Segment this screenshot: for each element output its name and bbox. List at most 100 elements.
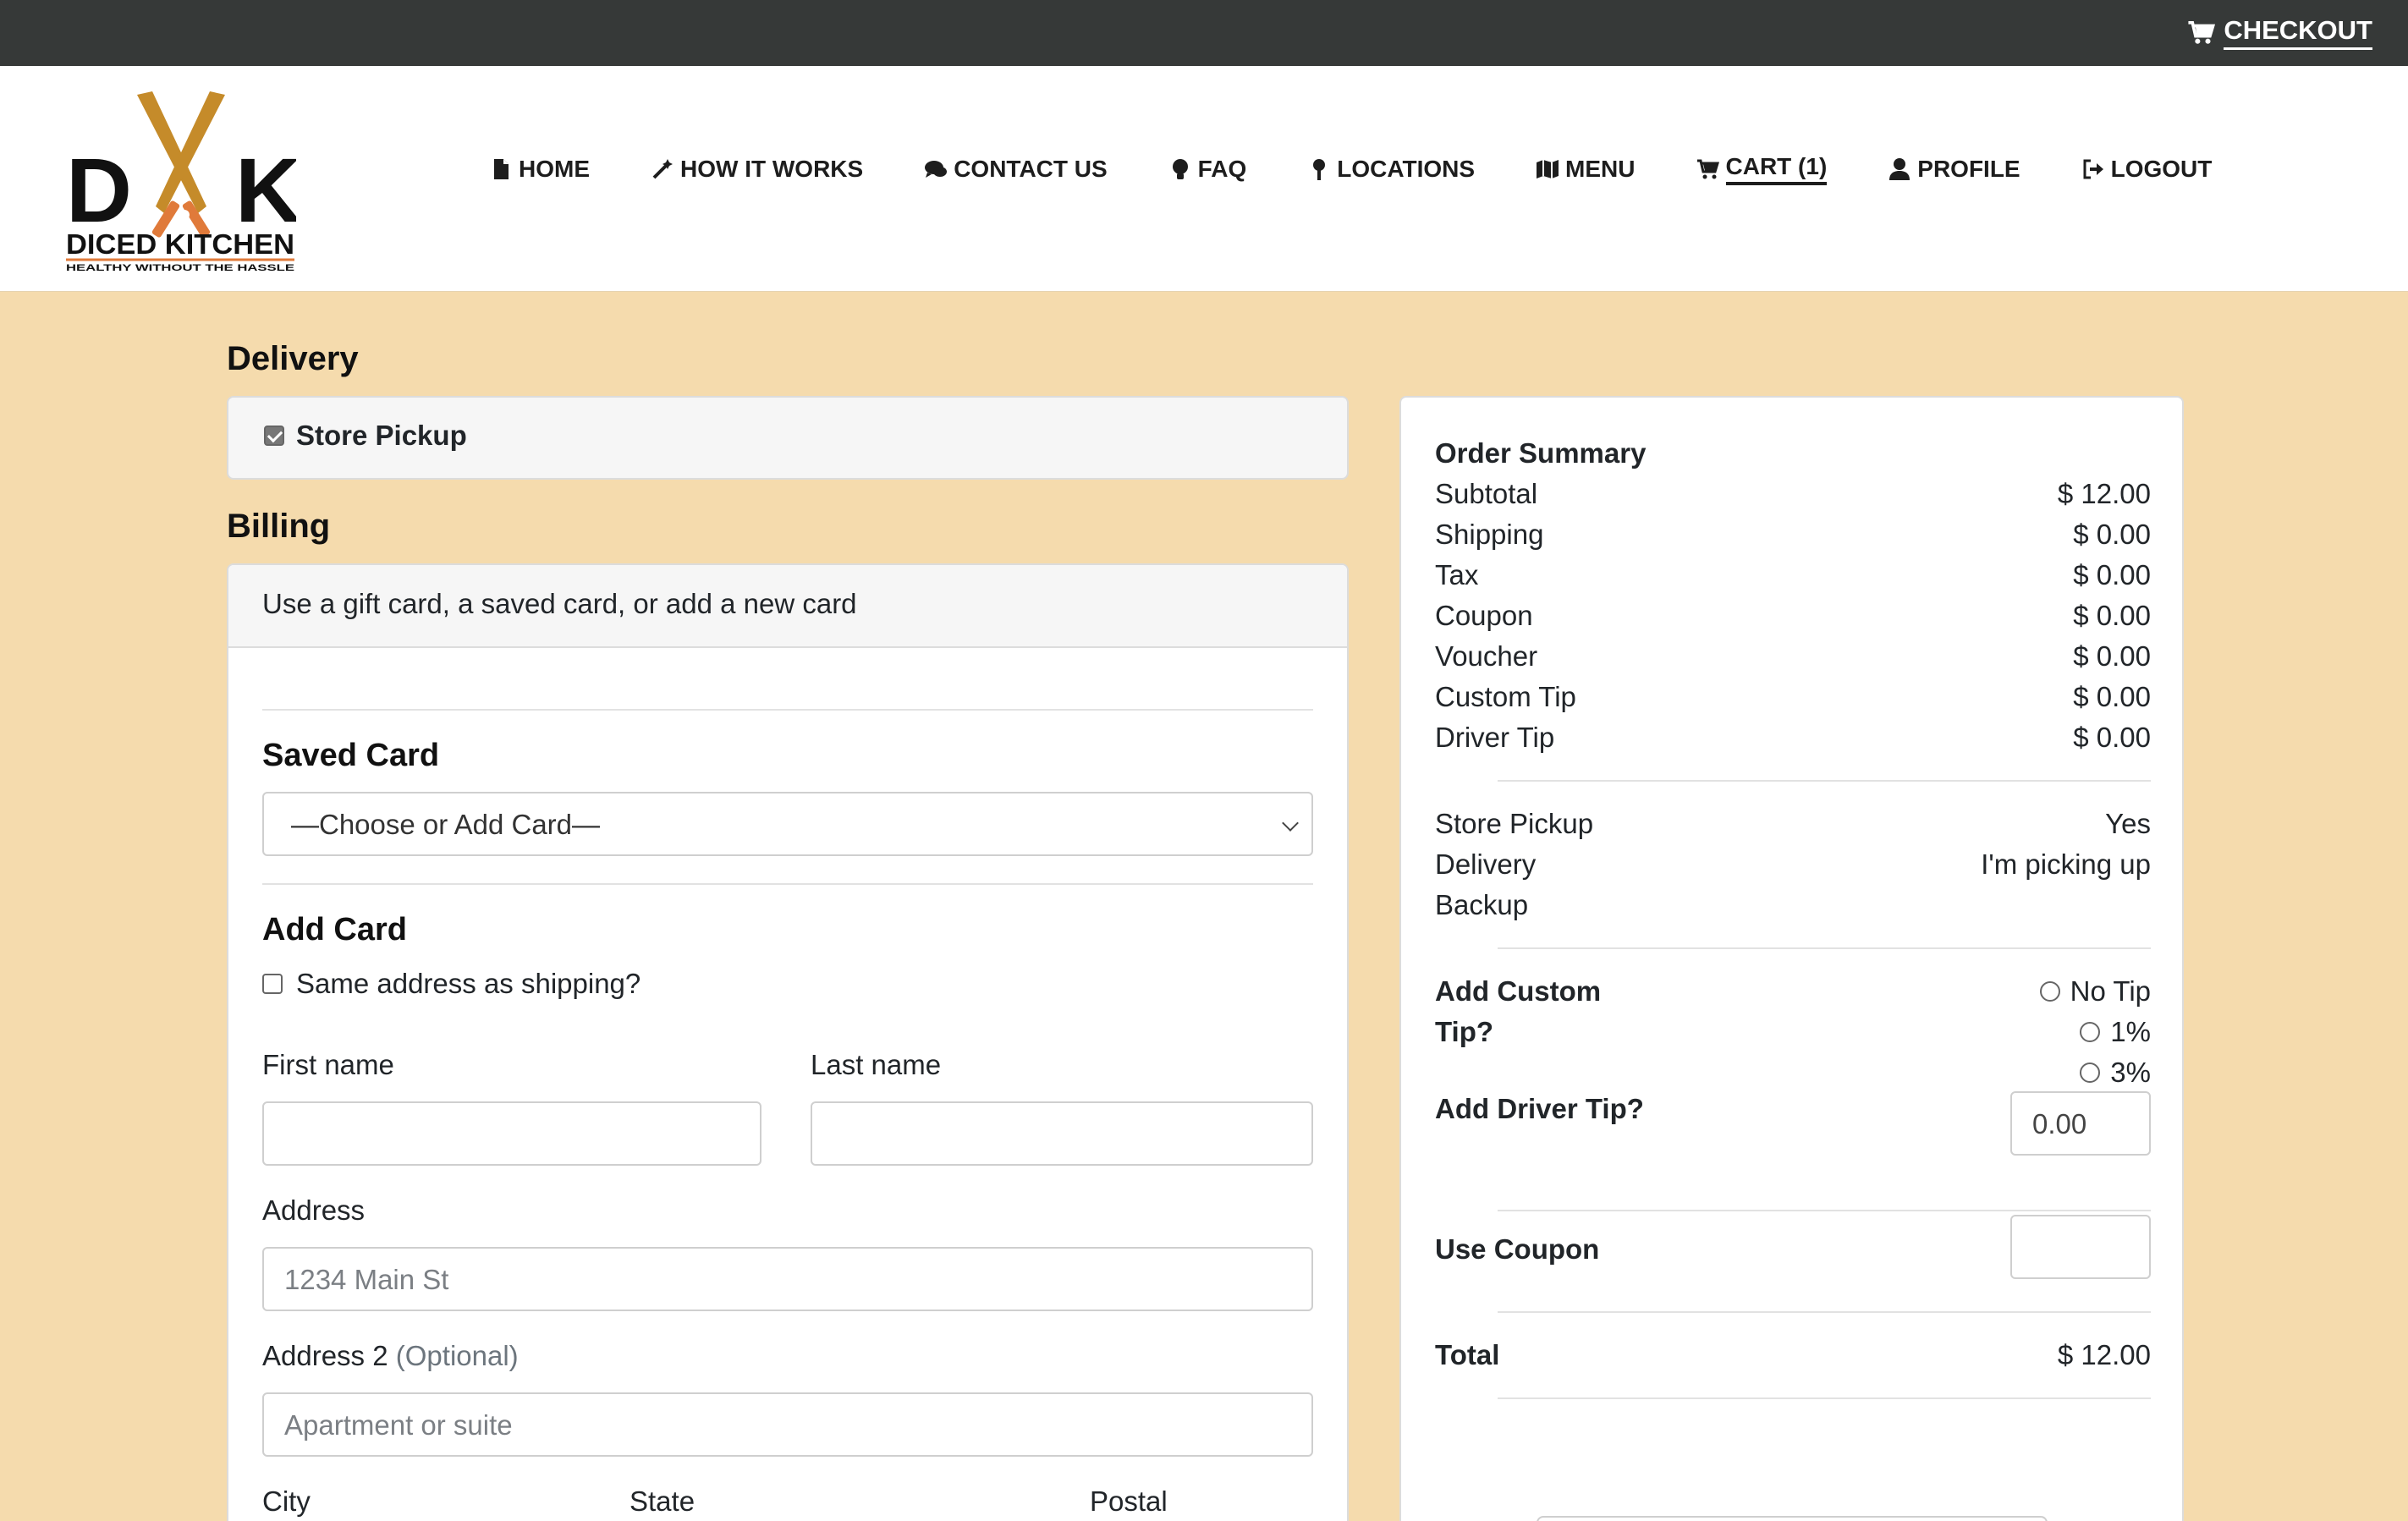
driver-tip-value: 0.00 — [2032, 1108, 2087, 1139]
cart-icon — [1696, 159, 1719, 179]
address-input[interactable]: 1234 Main St — [262, 1247, 1313, 1311]
nav-contact-us[interactable]: CONTACT US — [924, 156, 1108, 183]
store-pickup-checkbox[interactable] — [264, 426, 284, 446]
saved-card-title: Saved Card — [262, 738, 440, 773]
saved-card-select[interactable]: —Choose or Add Card— — [262, 792, 1313, 856]
tip-option-3[interactable]: 3% — [2040, 1052, 2151, 1093]
same-address-checkbox[interactable] — [262, 974, 283, 994]
nav-faq[interactable]: FAQ — [1168, 156, 1247, 183]
summary-row-custom-tip: Custom Tip $ 0.00 — [1435, 677, 2151, 717]
first-name-label: First name — [262, 1049, 394, 1080]
custom-tip-label: Add Custom Tip? — [1435, 975, 1602, 1047]
divider — [262, 883, 1313, 885]
info-value: I'm picking up — [1981, 848, 2151, 880]
radio-button[interactable] — [2080, 1022, 2101, 1042]
info-label: Delivery — [1435, 848, 1537, 880]
info-row-delivery: Delivery I'm picking up — [1435, 844, 2151, 885]
total-label: Total — [1435, 1339, 1500, 1370]
main-nav: HOME HOW IT WORKS CONTACT US FAQ LOCATIO… — [489, 153, 2212, 185]
file-icon — [494, 159, 509, 179]
driver-tip-input[interactable]: 0.00 — [2010, 1091, 2151, 1156]
summary-row-subtotal: Subtotal $ 12.00 — [1435, 474, 2151, 514]
checkout-link[interactable]: CHECKOUT — [2186, 15, 2372, 50]
address2-optional-hint: (Optional) — [395, 1340, 519, 1371]
store-pickup-option[interactable]: Store Pickup — [264, 420, 467, 452]
summary-row-driver-tip: Driver Tip $ 0.00 — [1435, 717, 2151, 758]
radio-button[interactable] — [2080, 1063, 2101, 1083]
order-summary: Order Summary Subtotal $ 12.00 Shipping $ … — [1435, 433, 2151, 1421]
nav-profile[interactable]: PROFILE — [1888, 156, 2020, 183]
summary-value: $ 0.00 — [2073, 681, 2151, 712]
coupon-input[interactable] — [2010, 1215, 2151, 1279]
summary-row-coupon: Coupon $ 0.00 — [1435, 596, 2151, 636]
postal-label: Postal — [1090, 1485, 1168, 1517]
nav-locations[interactable]: LOCATIONS — [1307, 156, 1475, 183]
top-bar: CHECKOUT — [0, 0, 2408, 66]
summary-value: $ 0.00 — [2073, 519, 2151, 550]
summary-value: $ 0.00 — [2073, 600, 2151, 631]
store-pickup-label: Store Pickup — [296, 420, 467, 451]
sign-out-icon — [2083, 159, 2103, 179]
place-order-button[interactable] — [1537, 1516, 2048, 1521]
info-label: Backup — [1435, 889, 1529, 920]
nav-locations-label: LOCATIONS — [1337, 156, 1476, 182]
map-icon — [1537, 160, 1559, 178]
summary-label: Subtotal — [1435, 478, 1538, 509]
diced-kitchen-logo[interactable]: D K DICED KITCHEN HEALTHY WITHOUT THE HA… — [66, 88, 296, 276]
summary-label: Custom Tip — [1435, 681, 1576, 712]
order-summary-title: Order Summary — [1435, 437, 1647, 469]
lightbulb-icon — [1172, 159, 1188, 179]
radio-button[interactable] — [2039, 981, 2060, 1002]
summary-value: $ 0.00 — [2073, 559, 2151, 590]
divider — [1498, 1311, 2151, 1313]
nav-menu[interactable]: MENU — [1536, 156, 1636, 183]
site-header: D K DICED KITCHEN HEALTHY WITHOUT THE HA… — [0, 66, 2408, 292]
logo-tagline: HEALTHY WITHOUT THE HASSLE — [66, 263, 294, 273]
last-name-input[interactable] — [811, 1101, 1313, 1166]
map-pin-icon — [1313, 159, 1326, 180]
info-row-store-pickup: Store Pickup Yes — [1435, 804, 2151, 844]
nav-logout[interactable]: LOGOUT — [2081, 156, 2212, 183]
user-icon — [1889, 158, 1910, 180]
nav-cart[interactable]: CART (1) — [1696, 153, 1828, 185]
divider — [262, 709, 1313, 711]
address2-label-text: Address 2 — [262, 1340, 388, 1371]
address-label: Address — [262, 1194, 366, 1226]
divider — [1498, 947, 2151, 949]
coupon-label: Use Coupon — [1435, 1233, 1600, 1265]
divider — [1498, 1397, 2151, 1399]
checkout-label: CHECKOUT — [2224, 15, 2372, 50]
tip-option-no-tip[interactable]: No Tip — [2039, 971, 2151, 1012]
address2-input[interactable]: Apartment or suite — [262, 1392, 1313, 1457]
tip-option-label: 3% — [2110, 1057, 2151, 1088]
summary-label: Coupon — [1435, 600, 1533, 631]
billing-card-header: Use a gift card, a saved card, or add a … — [228, 565, 1347, 648]
nav-menu-label: MENU — [1565, 156, 1636, 182]
logo-name: DICED KITCHEN — [66, 228, 294, 260]
summary-value: $ 12.00 — [2057, 478, 2151, 509]
summary-label: Shipping — [1435, 519, 1544, 550]
tip-option-1[interactable]: 1% — [2040, 1012, 2151, 1052]
saved-card-select-value: —Choose or Add Card— — [291, 809, 601, 840]
tip-option-label: 1% — [2110, 1016, 2151, 1047]
chevron-down-icon — [1282, 815, 1299, 832]
driver-tip-label: Add Driver Tip? — [1435, 1093, 1644, 1124]
divider — [1498, 1210, 2151, 1211]
info-row-backup: Backup — [1435, 885, 2151, 925]
summary-row-tax: Tax $ 0.00 — [1435, 555, 2151, 596]
nav-faq-label: FAQ — [1197, 156, 1247, 182]
first-name-input[interactable] — [262, 1101, 761, 1166]
summary-value: $ 0.00 — [2073, 640, 2151, 672]
magic-wand-icon — [652, 159, 673, 179]
nav-how-it-works[interactable]: HOW IT WORKS — [651, 156, 863, 183]
total-row: Total $ 12.00 — [1435, 1335, 2151, 1375]
same-address-label: Same address as shipping? — [296, 968, 641, 999]
last-name-label: Last name — [811, 1049, 942, 1080]
same-address-option[interactable]: Same address as shipping? — [262, 968, 640, 1000]
nav-home[interactable]: HOME — [489, 156, 590, 183]
billing-card: Use a gift card, a saved card, or add a … — [227, 563, 1349, 1521]
address2-label: Address 2 (Optional) — [262, 1340, 519, 1372]
chat-bubbles-icon — [925, 161, 948, 178]
summary-label: Tax — [1435, 559, 1479, 590]
info-label: Store Pickup — [1435, 808, 1594, 839]
